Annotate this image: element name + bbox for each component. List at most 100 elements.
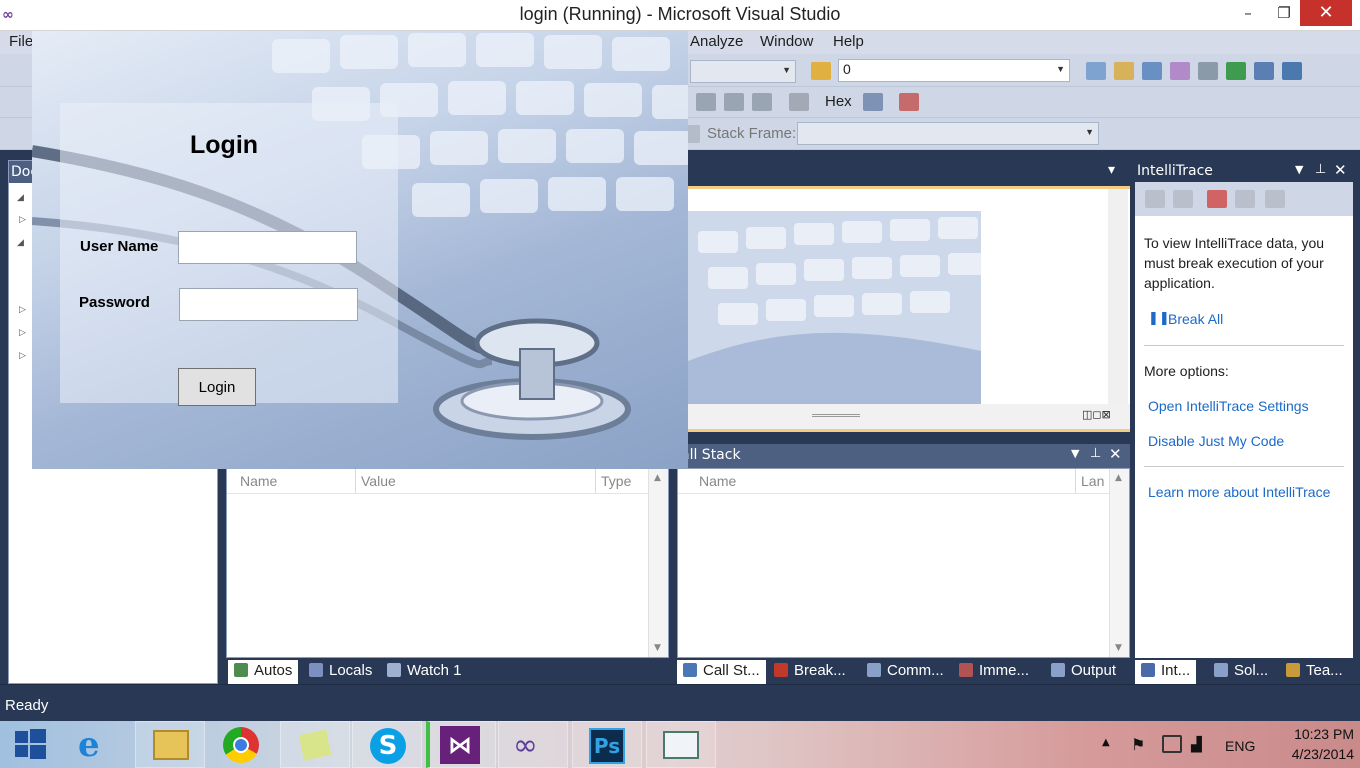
login-button[interactable]: Login: [178, 368, 256, 406]
start-page-icon[interactable]: [1226, 62, 1246, 80]
photoshop-button[interactable]: Ps: [572, 721, 642, 768]
input-language-indicator[interactable]: ENG: [1225, 738, 1255, 754]
list-icon[interactable]: [1145, 190, 1165, 208]
autos-col-value[interactable]: Value: [361, 473, 396, 489]
skype-button[interactable]: S: [352, 721, 422, 768]
tab-immediate-window[interactable]: Imme...: [953, 660, 1035, 684]
autos-col-type[interactable]: Type: [601, 473, 631, 489]
open-folder-icon[interactable]: [811, 62, 831, 80]
maximize-button[interactable]: ❐: [1264, 0, 1304, 26]
tab-intellitrace[interactable]: Int...: [1135, 660, 1197, 684]
stack-frame-combo[interactable]: ▼: [797, 122, 1099, 145]
tab-locals[interactable]: Locals: [303, 660, 378, 684]
minimize-button[interactable]: –: [1228, 0, 1268, 26]
exceptions-icon[interactable]: [899, 93, 919, 111]
dropdown-icon[interactable]: ▼: [1071, 447, 1079, 460]
disable-just-my-code-link[interactable]: Disable Just My Code: [1148, 433, 1284, 449]
window-layout-icon[interactable]: [1282, 62, 1302, 80]
scroll-up-icon: ▲: [1115, 473, 1122, 483]
file-explorer-button[interactable]: [135, 721, 205, 768]
close-pane-icon[interactable]: ✕: [1109, 445, 1122, 463]
username-input[interactable]: [178, 231, 357, 264]
menu-window[interactable]: Window: [760, 33, 813, 50]
solution-platform-combo[interactable]: ▼: [690, 60, 796, 83]
tab-watch-1[interactable]: Watch 1: [381, 660, 467, 684]
call-stack-col-language[interactable]: Lan: [1081, 473, 1104, 489]
autos-col-name[interactable]: Name: [240, 473, 277, 489]
show-hidden-icons-icon[interactable]: ▲: [1102, 737, 1110, 748]
tree-expander-icon[interactable]: ▷: [19, 305, 26, 315]
solution-explorer-icon[interactable]: [1114, 62, 1134, 80]
tab-command-window[interactable]: Comm...: [861, 660, 950, 684]
status-text: Ready: [5, 697, 49, 714]
designer-splitter[interactable]: ◫◻⊠: [688, 404, 1130, 432]
battery-icon[interactable]: [1162, 735, 1182, 753]
tree-expander-icon[interactable]: ▷: [19, 215, 26, 225]
tree-expander-icon[interactable]: ▷: [19, 351, 26, 361]
step-out-icon[interactable]: [752, 93, 772, 111]
designer-vertical-scrollbar[interactable]: [1108, 189, 1128, 404]
toolbox-icon[interactable]: [1198, 62, 1218, 80]
object-browser-icon[interactable]: [1170, 62, 1190, 80]
pause-icon[interactable]: ❚❚: [1148, 311, 1170, 326]
refresh-icon[interactable]: [1235, 190, 1255, 208]
action-center-flag-icon[interactable]: ⚑: [1131, 735, 1145, 754]
step-over-icon[interactable]: [724, 93, 744, 111]
system-clock[interactable]: 10:23 PM 4/23/2014: [1262, 724, 1354, 764]
call-stack-vertical-scrollbar[interactable]: ▲ ▼: [1109, 469, 1129, 657]
events-icon[interactable]: [1207, 190, 1227, 208]
properties-icon[interactable]: [1142, 62, 1162, 80]
keyboard-image: [688, 211, 981, 405]
call-stack-col-name[interactable]: Name: [699, 473, 736, 489]
scroll-down-icon: ▼: [654, 643, 661, 653]
breakpoint-icon[interactable]: [789, 93, 809, 111]
sticky-notes-icon: [298, 729, 332, 761]
find-in-files-icon[interactable]: [1086, 62, 1106, 80]
password-input[interactable]: [179, 288, 358, 321]
network-signal-icon[interactable]: ▟: [1191, 737, 1202, 753]
hex-toggle[interactable]: Hex: [825, 93, 852, 110]
settings-icon[interactable]: [1265, 190, 1285, 208]
pin-icon[interactable]: ⊥: [1315, 162, 1326, 177]
internet-explorer-button[interactable]: e: [64, 721, 134, 768]
filter-icon[interactable]: [1173, 190, 1193, 208]
show-threads-icon[interactable]: [863, 93, 883, 111]
form-app-button[interactable]: [646, 721, 716, 768]
splitter-grip-icon[interactable]: [812, 414, 860, 417]
pin-icon[interactable]: ⊥: [1090, 446, 1101, 461]
tab-solution-explorer[interactable]: Sol...: [1208, 660, 1274, 684]
dropdown-icon[interactable]: ▼: [1295, 163, 1303, 176]
tree-expander-icon[interactable]: ▷: [19, 328, 26, 338]
tab-breakpoints[interactable]: Break...: [768, 660, 852, 684]
windows-taskbar: e S ⋈ ∞ Ps ▲ ⚑ ▟: [0, 721, 1360, 768]
chrome-button[interactable]: [206, 721, 276, 768]
extension-icon[interactable]: [1254, 62, 1274, 80]
start-button[interactable]: [0, 721, 70, 768]
close-pane-icon[interactable]: ✕: [1334, 161, 1347, 179]
tab-team-explorer[interactable]: Tea...: [1280, 660, 1349, 684]
break-all-link[interactable]: Break All: [1168, 311, 1223, 327]
visual-studio-button[interactable]: ⋈: [426, 721, 496, 768]
menu-file[interactable]: File: [9, 33, 33, 50]
learn-more-intellitrace-link[interactable]: Learn more about IntelliTrace: [1148, 484, 1330, 500]
sticky-notes-button[interactable]: [280, 721, 350, 768]
photoshop-icon: Ps: [589, 728, 625, 764]
autos-vertical-scrollbar[interactable]: ▲ ▼: [648, 469, 668, 657]
tab-call-stack[interactable]: Call St...: [677, 660, 766, 684]
step-into-icon[interactable]: [696, 93, 716, 111]
tab-list-dropdown[interactable]: ▾: [1108, 162, 1115, 178]
close-button[interactable]: ✕: [1300, 0, 1352, 26]
infinity-app-button[interactable]: ∞: [498, 721, 568, 768]
menu-analyze[interactable]: Analyze: [690, 33, 743, 50]
clock-date: 4/23/2014: [1291, 746, 1354, 762]
tab-output[interactable]: Output: [1045, 660, 1122, 684]
split-view-icons[interactable]: ◫◻⊠: [1082, 408, 1111, 421]
open-intellitrace-settings-link[interactable]: Open IntelliTrace Settings: [1148, 398, 1309, 414]
tree-expander-icon[interactable]: ◢: [17, 238, 24, 248]
tab-autos[interactable]: Autos: [228, 660, 299, 684]
menu-help[interactable]: Help: [833, 33, 864, 50]
form-designer: [688, 186, 1130, 405]
find-combo[interactable]: 0 ▼: [838, 59, 1070, 82]
locals-icon: [309, 663, 323, 677]
tree-expander-icon[interactable]: ◢: [17, 193, 24, 203]
